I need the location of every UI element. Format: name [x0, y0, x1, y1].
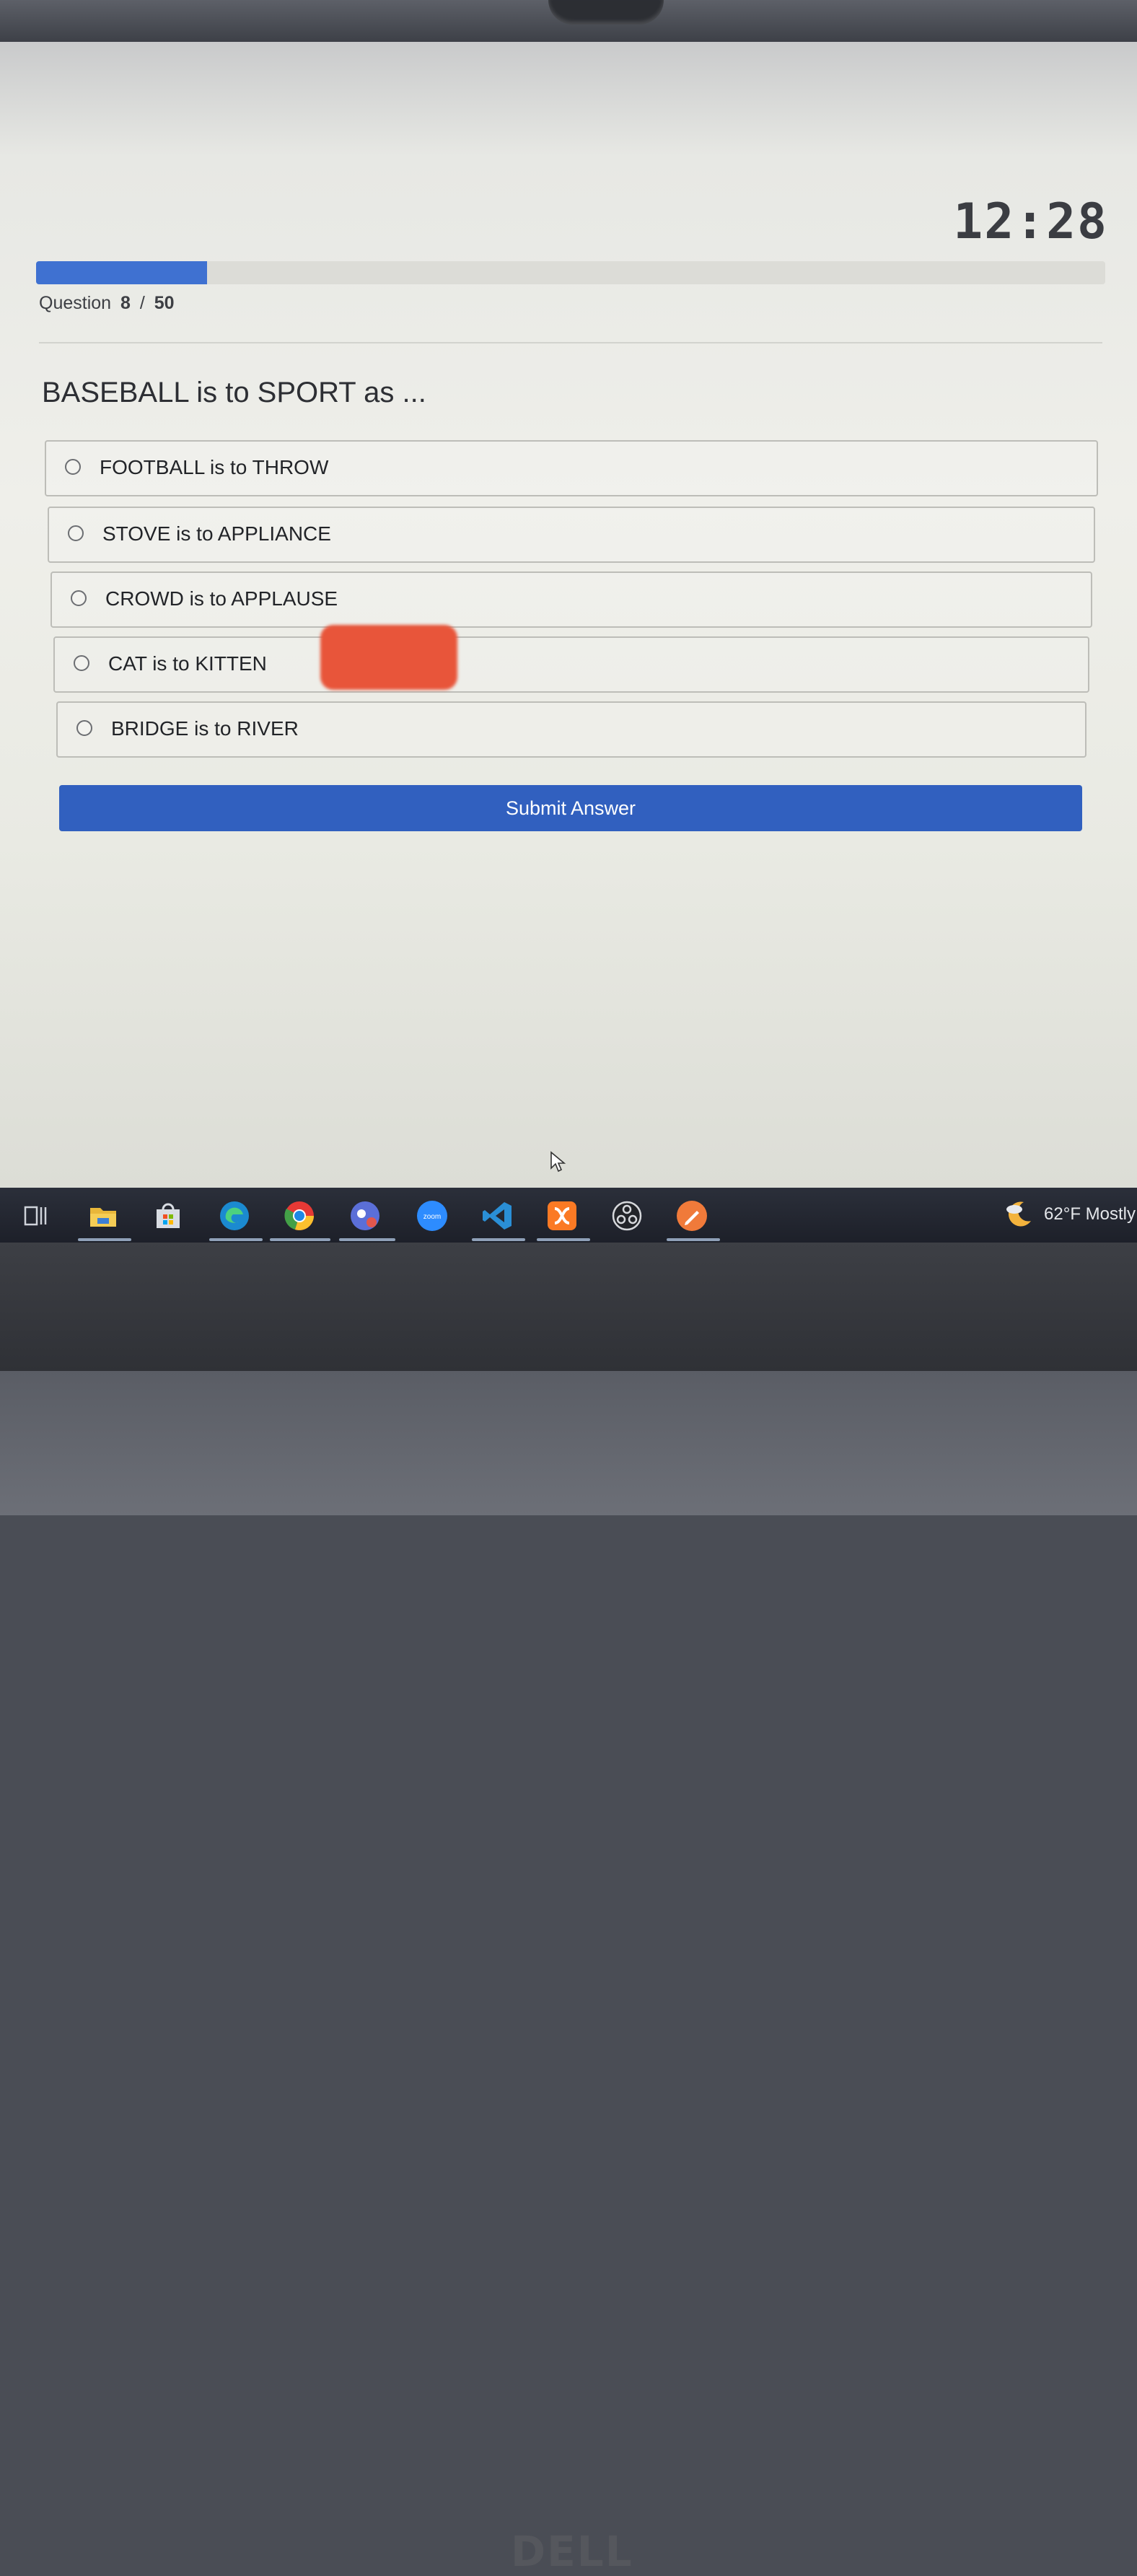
radio-button[interactable]	[71, 590, 87, 606]
divider	[39, 342, 1102, 343]
chrome-browser-icon[interactable]	[283, 1199, 316, 1232]
progress-bar-fill	[36, 261, 208, 284]
answer-option-1[interactable]: FOOTBALL is to THROW	[45, 440, 1098, 496]
answer-option-2[interactable]: STOVE is to APPLIANCE	[48, 507, 1095, 563]
answer-option-label: BRIDGE is to RIVER	[111, 717, 299, 740]
active-app-indicator	[472, 1238, 525, 1241]
xampp-icon[interactable]	[545, 1199, 579, 1232]
active-app-indicator	[339, 1238, 395, 1241]
answer-option-3[interactable]: CROWD is to APPLAUSE	[51, 571, 1092, 628]
question-counter-separator: /	[139, 293, 145, 313]
taskbar: zoom 62°F Mostly	[0, 1188, 1137, 1243]
answer-option-label: CROWD is to APPLAUSE	[105, 587, 338, 610]
active-app-indicator	[537, 1238, 590, 1241]
laptop-bezel-bottom: DELL	[0, 1243, 1137, 2576]
radio-button[interactable]	[74, 655, 89, 671]
obs-studio-icon[interactable]	[610, 1199, 644, 1232]
vscode-icon[interactable]	[480, 1199, 514, 1232]
redaction-mark	[320, 625, 457, 690]
active-app-indicator	[270, 1238, 330, 1241]
webcam-cover	[548, 0, 664, 25]
countdown-timer: 12:28	[953, 193, 1108, 250]
screen: 12:28 Question 8 / 50 BASEBALL is to SPO…	[0, 42, 1137, 1188]
active-app-indicator	[209, 1238, 263, 1241]
radio-button[interactable]	[65, 459, 81, 475]
answer-option-label: STOVE is to APPLIANCE	[102, 522, 331, 545]
mouse-cursor-icon	[550, 1151, 566, 1173]
microsoft-store-icon[interactable]	[152, 1199, 185, 1232]
submit-answer-button[interactable]: Submit Answer	[59, 785, 1082, 831]
radio-button[interactable]	[76, 720, 92, 736]
radio-button[interactable]	[68, 525, 84, 541]
answer-option-label: FOOTBALL is to THROW	[100, 456, 329, 478]
laptop-base	[0, 1371, 1137, 1515]
zoom-icon[interactable]: zoom	[416, 1199, 449, 1232]
pen-app-icon[interactable]	[675, 1199, 708, 1232]
answer-option-4[interactable]: CAT is to KITTEN	[53, 636, 1089, 693]
weather-moon-icon	[1006, 1201, 1032, 1227]
question-current-number: 8	[120, 293, 131, 313]
edge-browser-icon[interactable]	[218, 1199, 251, 1232]
zoom-icon-label: zoom	[423, 1213, 441, 1221]
active-app-indicator	[667, 1238, 720, 1241]
question-counter-prefix: Question	[39, 293, 112, 313]
progress-bar	[36, 261, 1105, 284]
file-explorer-icon[interactable]	[87, 1199, 120, 1232]
task-view-icon[interactable]	[19, 1199, 52, 1232]
laptop-bezel-top	[0, 0, 1137, 45]
question-text: BASEBALL is to SPORT as ...	[42, 377, 426, 408]
question-total-number: 50	[154, 293, 175, 313]
question-counter: Question 8 / 50	[39, 293, 175, 314]
active-app-indicator	[78, 1238, 131, 1241]
dell-logo: DELL	[511, 2527, 633, 2576]
answer-option-5[interactable]: BRIDGE is to RIVER	[56, 701, 1086, 758]
weather-text: 62°F Mostly	[1044, 1204, 1136, 1224]
teams-icon[interactable]	[349, 1199, 382, 1232]
weather-widget[interactable]: 62°F Mostly	[1004, 1198, 1137, 1231]
answer-option-label: CAT is to KITTEN	[108, 652, 267, 675]
